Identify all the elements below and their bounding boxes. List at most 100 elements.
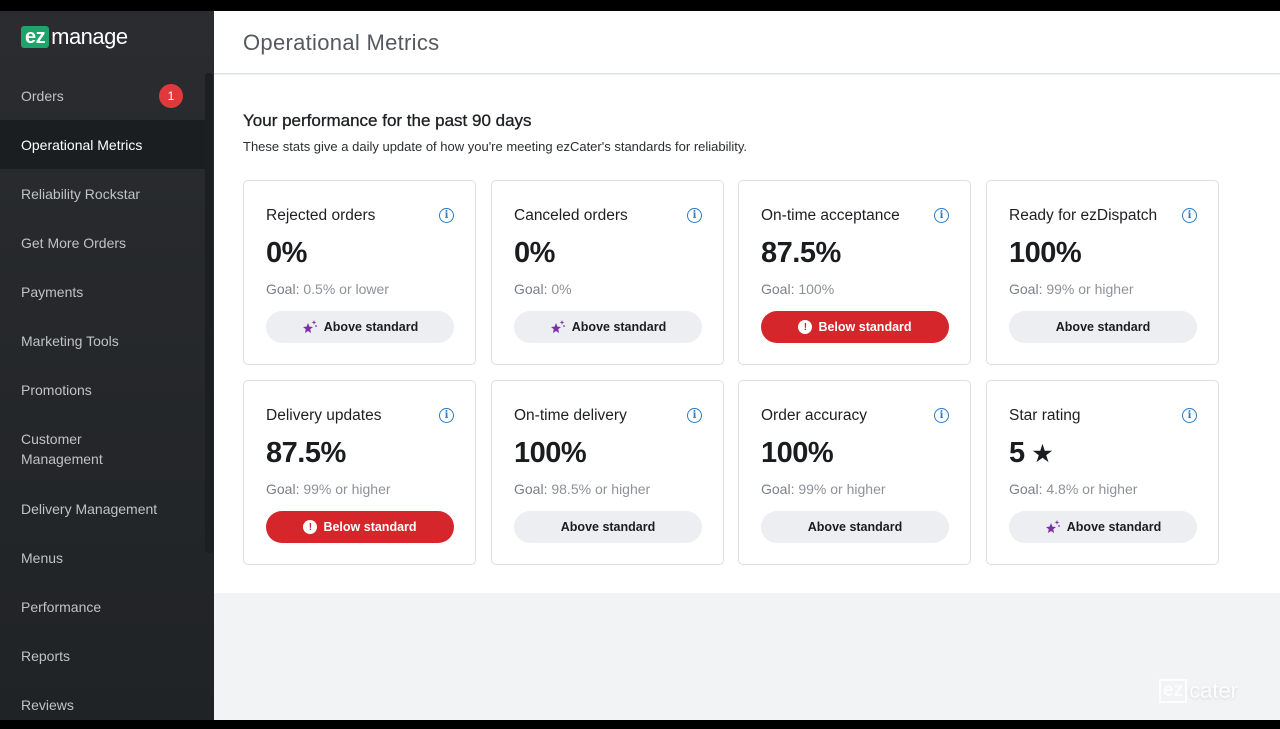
metric-goal: Goal: 100% (761, 281, 834, 297)
exclamation-icon: ! (303, 520, 318, 534)
status-badge[interactable]: Above standard (1009, 511, 1197, 543)
goal-value: 0% (551, 281, 572, 297)
watermark-cater: cater (1189, 678, 1238, 703)
status-label: Above standard (571, 320, 667, 334)
goal-value: 99% or higher (798, 481, 886, 497)
status-badge[interactable]: ! Below standard (266, 511, 454, 543)
metric-value: 5 ★ (1009, 437, 1052, 470)
info-icon[interactable]: i (687, 408, 702, 423)
logo-ez: ez (21, 26, 50, 48)
sidebar-item-label: Marketing Tools (21, 332, 119, 349)
goal-label: Goal: (1009, 481, 1043, 497)
status-label: Below standard (818, 320, 912, 334)
metric-title: Rejected orders (266, 207, 376, 224)
sidebar-item-label: Payments (21, 283, 84, 300)
goal-label: Goal: (761, 481, 795, 497)
metric-value: 0% (514, 237, 555, 270)
sidebar-item-delivery-management[interactable]: Delivery Management (0, 484, 206, 533)
metric-card-on-time-acceptance: On-time acceptance i 87.5% Goal: 100% ! B… (738, 180, 971, 365)
sidebar-scrollbar[interactable] (205, 73, 213, 553)
goal-value: 98.5% or higher (551, 481, 651, 497)
goal-value: 0.5% or lower (303, 281, 389, 297)
goal-value: 100% (798, 281, 835, 297)
orders-count-badge: 1 (159, 84, 183, 108)
metric-value: 87.5% (761, 237, 841, 270)
page-title: Operational Metrics (243, 30, 440, 55)
status-badge[interactable]: ! Below standard (761, 311, 949, 343)
metric-value-text: 100% (1009, 237, 1082, 269)
metric-card-ready-for-ezdispatch: Ready for ezDispatch i 100% Goal: 99% or… (986, 180, 1219, 365)
status-badge[interactable]: Above standard (266, 311, 454, 343)
exclamation-icon: ! (798, 320, 813, 334)
sidebar-item-label: Promotions (21, 381, 92, 398)
sidebar-item-promotions[interactable]: Promotions (0, 365, 206, 414)
status-badge[interactable]: Above standard (514, 511, 702, 543)
metric-title: Delivery updates (266, 407, 382, 424)
ezmanage-logo[interactable]: ez manage (21, 26, 128, 48)
metric-value-text: 5 (1009, 437, 1025, 469)
goal-value: 99% or higher (1046, 281, 1134, 297)
status-badge[interactable]: Above standard (1009, 311, 1197, 343)
sidebar-item-label: Performance (21, 598, 102, 615)
metric-goal: Goal: 0.5% or lower (266, 281, 389, 297)
sparkle-star-icon (550, 319, 566, 335)
info-icon[interactable]: i (439, 408, 454, 423)
top-black-bar (0, 0, 1280, 11)
sidebar-item-operational-metrics[interactable]: Operational Metrics (0, 120, 206, 169)
metric-value-text: 87.5% (761, 237, 841, 269)
goal-value: 99% or higher (303, 481, 391, 497)
metric-goal: Goal: 4.8% or higher (1009, 481, 1137, 497)
metrics-content: Your performance for the past 90 days Th… (214, 75, 1280, 593)
status-label: Above standard (323, 320, 419, 334)
section-heading: Your performance for the past 90 days (243, 111, 532, 130)
metric-title: On-time delivery (514, 407, 627, 424)
page-header: Operational Metrics (214, 11, 1280, 74)
sidebar-item-reports[interactable]: Reports (0, 631, 206, 680)
metric-value: 0% (266, 237, 307, 270)
status-badge[interactable]: Above standard (514, 311, 702, 343)
sidebar-item-get-more-orders[interactable]: Get More Orders (0, 218, 206, 267)
sidebar-item-orders[interactable]: Orders 1 (0, 71, 206, 120)
metric-goal: Goal: 99% or higher (1009, 281, 1134, 297)
info-icon[interactable]: i (687, 208, 702, 223)
sidebar-item-performance[interactable]: Performance (0, 582, 206, 631)
metric-goal: Goal: 99% or higher (761, 481, 886, 497)
metric-card-rejected-orders: Rejected orders i 0% Goal: 0.5% or lower… (243, 180, 476, 365)
info-icon[interactable]: i (934, 208, 949, 223)
ezcater-watermark: ez cater (1159, 679, 1238, 703)
sidebar-item-reliability-rockstar[interactable]: Reliability Rockstar (0, 169, 206, 218)
status-label: Above standard (807, 520, 903, 534)
goal-label: Goal: (266, 481, 300, 497)
sidebar-item-customer-management[interactable]: Customer Management (0, 414, 206, 484)
sidebar-item-marketing-tools[interactable]: Marketing Tools (0, 316, 206, 365)
sidebar-item-menus[interactable]: Menus (0, 533, 206, 582)
info-icon[interactable]: i (934, 408, 949, 423)
sidebar: ez manage Orders 1 Operational Metrics R… (0, 11, 214, 720)
sidebar-item-label: Delivery Management (21, 500, 158, 517)
sidebar-item-reviews[interactable]: Reviews (0, 680, 206, 729)
info-icon[interactable]: i (1182, 408, 1197, 423)
goal-value: 4.8% or higher (1046, 481, 1138, 497)
info-icon[interactable]: i (439, 208, 454, 223)
section-description: These stats give a daily update of how y… (243, 139, 748, 154)
main-area: Operational Metrics Your performance for… (214, 11, 1280, 720)
metric-title: On-time acceptance (761, 207, 900, 224)
sidebar-item-label: Customer Management (21, 431, 103, 467)
sidebar-item-label: Orders (21, 87, 64, 104)
metric-card-on-time-delivery: On-time delivery i 100% Goal: 98.5% or h… (491, 380, 724, 565)
metric-title: Star rating (1009, 407, 1081, 424)
metric-value-text: 87.5% (266, 437, 346, 469)
metric-goal: Goal: 98.5% or higher (514, 481, 650, 497)
status-label: Below standard (323, 520, 417, 534)
metric-card-delivery-updates: Delivery updates i 87.5% Goal: 99% or hi… (243, 380, 476, 565)
sidebar-item-label: Get More Orders (21, 234, 127, 251)
info-icon[interactable]: i (1182, 208, 1197, 223)
sidebar-item-payments[interactable]: Payments (0, 267, 206, 316)
metric-value-text: 100% (514, 437, 587, 469)
metric-goal: Goal: 0% (514, 281, 572, 297)
status-label: Above standard (1055, 320, 1151, 334)
goal-label: Goal: (266, 281, 300, 297)
status-badge[interactable]: Above standard (761, 511, 949, 543)
sidebar-item-label: Reports (21, 647, 71, 664)
metric-value-text: 100% (761, 437, 834, 469)
